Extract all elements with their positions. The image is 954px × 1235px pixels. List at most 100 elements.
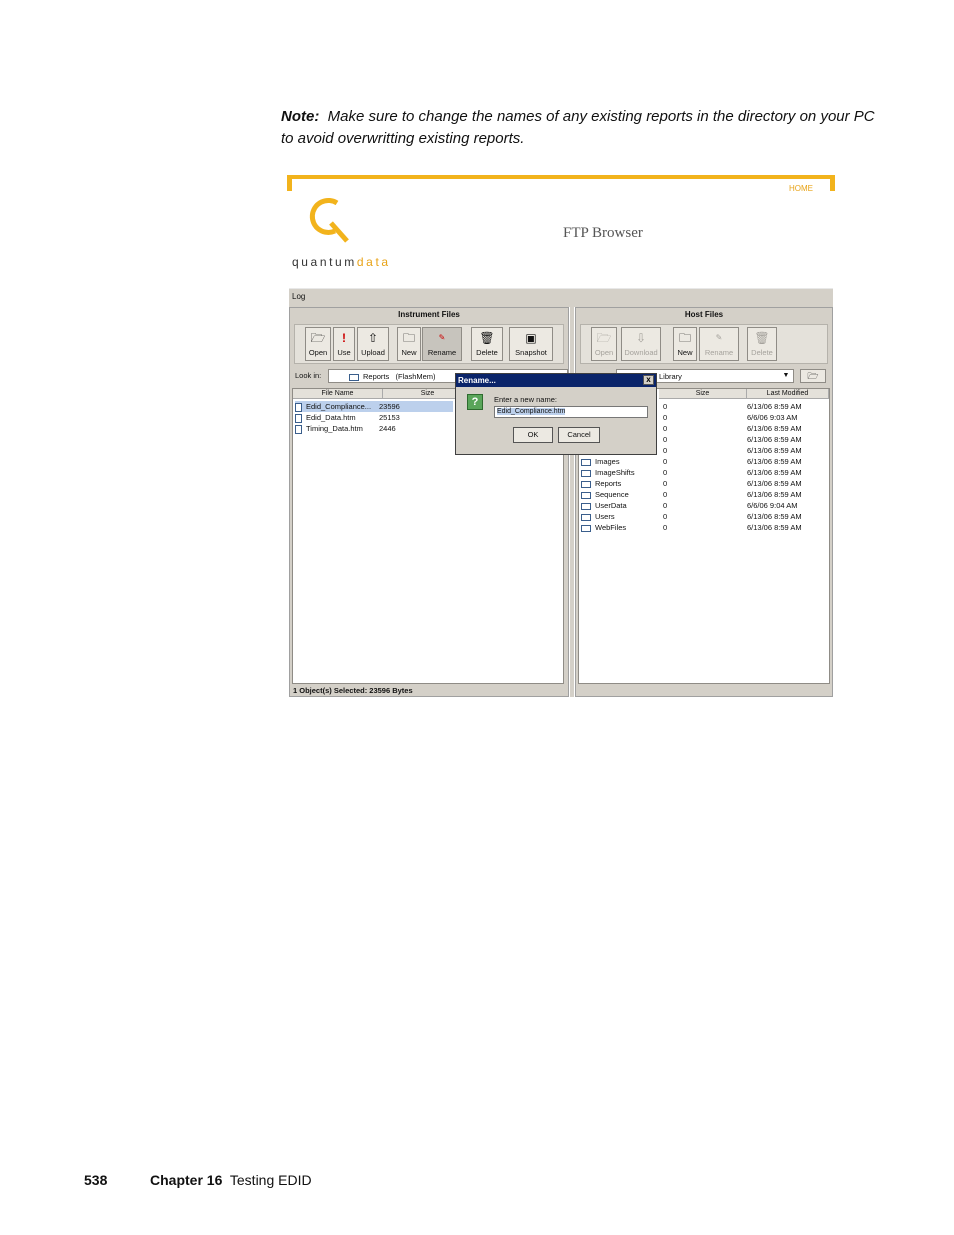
host-row-size: 0 [663,424,668,433]
host-row-size: 0 [663,501,668,510]
host-row[interactable]: ImageShifts 0 6/13/06 8:59 AM [581,467,827,478]
instrument-delete-button[interactable]: 🗑 Delete [471,327,503,361]
status-bar: 1 Object(s) Selected: 23596 Bytes [293,686,413,695]
download-icon: ⇩ [635,331,647,345]
host-row[interactable]: Images 0 6/13/06 8:59 AM [581,456,827,467]
file-name: Edid_Compliance... [306,402,372,411]
host-open-button[interactable]: 🗁 Open [591,327,617,361]
column-header-size[interactable]: Size [659,389,747,399]
button-label: Snapshot [515,348,547,357]
host-row-modified: 6/6/06 9:03 AM [747,413,798,422]
button-label: New [401,348,417,357]
button-label: Upload [361,348,385,357]
page-title: FTP Browser [563,225,643,241]
host-row-modified: 6/13/06 8:59 AM [747,424,802,433]
logo-text-data: data [356,255,391,269]
quantumdata-logo-icon [309,197,349,243]
host-row-modified: 6/13/06 8:59 AM [747,523,802,532]
host-new-button[interactable]: 🗀 New [673,327,697,361]
host-row-modified: 6/13/06 8:59 AM [747,490,802,499]
file-icon [295,424,302,434]
instrument-files-panel: Instrument Files 🗁 Open ! Use ⇧ Upload 🗀 New… [289,307,569,697]
button-label: Open [308,348,328,357]
new-name-input[interactable]: Edid_Compliance.htm [494,406,648,418]
look-in-value: Library [659,372,682,381]
folder-icon [581,480,591,488]
host-toolbar: 🗁 Open ⇩ Download 🗀 New ✎ Rename 🗑 Delete [580,324,828,364]
look-in-label: Look in: [295,371,322,380]
host-row[interactable]: UserData 0 6/6/06 9:04 AM [581,500,827,511]
new-icon: 🗀 [678,331,691,345]
chevron-down-icon[interactable]: ▼ [780,370,792,382]
file-name: Edid_Data.htm [306,413,356,422]
button-label: New [677,348,693,357]
host-files-title: Host Files [684,310,724,319]
host-row[interactable]: Users 0 6/13/06 8:59 AM [581,511,827,522]
file-icon [295,413,302,423]
cancel-button[interactable]: Cancel [558,427,600,443]
instrument-rename-button[interactable]: ✎ Rename [422,327,462,361]
host-rename-button[interactable]: ✎ Rename [699,327,739,361]
host-row-name: Sequence [581,489,663,500]
host-download-button[interactable]: ⇩ Download [621,327,661,361]
instrument-files-title: Instrument Files [398,310,460,319]
rename-icon: ✎ [715,333,723,342]
folder-name: Images [595,457,620,466]
host-row-modified: 6/6/06 9:04 AM [747,501,798,510]
button-label: Rename [704,348,734,357]
folder-icon [581,491,591,499]
file-name: Timing_Data.htm [306,424,363,433]
host-row[interactable]: Sequence 0 6/13/06 8:59 AM [581,489,827,500]
gold-right-edge [830,175,835,191]
new-name-value: Edid_Compliance.htm [497,408,566,415]
host-row[interactable]: WebFiles 0 6/13/06 8:59 AM [581,522,827,533]
ftp-browser-screenshot: HOME quantumdata FTP Browser Log Instrum… [287,175,835,698]
file-row[interactable]: Edid_Compliance... 23596 [295,401,453,412]
host-row-name: WebFiles [581,522,663,533]
new-icon: 🗀 [402,331,415,345]
folder-name: WebFiles [595,523,627,532]
chapter-label: Chapter 16 [150,1172,223,1188]
host-row-size: 0 [663,446,668,455]
file-row[interactable]: Edid_Data.htm 25153 [295,412,453,423]
host-row-size: 0 [663,402,668,411]
host-row-size: 0 [663,512,668,521]
note-label: Note: [281,108,320,125]
file-row[interactable]: Timing_Data.htm 2446 [295,423,453,434]
file-size: 25153 [379,413,400,422]
button-label: Use [337,348,351,357]
look-in-value: Reports [363,372,390,381]
logo-wordmark: quantumdata [292,255,391,269]
host-delete-button[interactable]: 🗑 Delete [747,327,777,361]
panel-splitter[interactable] [570,307,574,697]
host-row-size: 0 [663,457,668,466]
host-row-modified: 6/13/06 8:59 AM [747,402,802,411]
home-link[interactable]: HOME [789,184,813,193]
host-row-modified: 6/13/06 8:59 AM [747,468,802,477]
page-footer: 538 Chapter 16 Testing EDID [84,1172,312,1188]
host-row[interactable]: Reports 0 6/13/06 8:59 AM [581,478,827,489]
close-icon[interactable]: x [643,375,654,385]
host-row-modified: 6/13/06 8:59 AM [747,512,802,521]
ok-button[interactable]: OK [513,427,553,443]
file-size: 2446 [379,424,396,433]
folder-icon [581,524,591,532]
instrument-use-button[interactable]: ! Use [333,327,355,361]
host-row-modified: 6/13/06 8:59 AM [747,435,802,444]
instrument-snapshot-button[interactable]: ▣ Snapshot [509,327,553,361]
dialog-prompt: Enter a new name: [494,395,557,404]
folder-name: Sequence [595,490,629,499]
open-icon: 🗁 [310,331,326,345]
folder-icon [581,502,591,510]
column-header-file-name[interactable]: File Name [293,389,383,399]
instrument-open-button[interactable]: 🗁 Open [305,327,331,361]
instrument-upload-button[interactable]: ⇧ Upload [357,327,389,361]
button-label: Open [594,348,614,357]
column-header-last-modified[interactable]: Last Modified [747,389,829,399]
log-bar[interactable]: Log [289,288,833,307]
gold-left-edge [287,175,292,191]
up-folder-button[interactable]: 🗁 [800,369,826,383]
instrument-new-button[interactable]: 🗀 New [397,327,421,361]
host-row-modified: 6/13/06 8:59 AM [747,457,802,466]
instrument-toolbar: 🗁 Open ! Use ⇧ Upload 🗀 New ✎ Rename 🗑 Delete … [294,324,564,364]
